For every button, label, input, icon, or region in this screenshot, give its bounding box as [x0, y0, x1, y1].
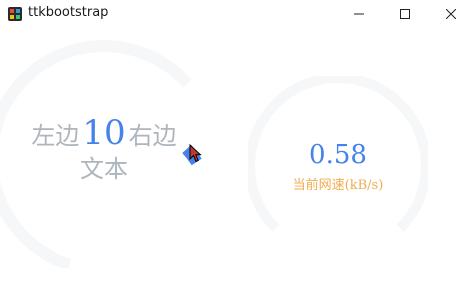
mouse-cursor-icon: [189, 144, 202, 163]
title-bar[interactable]: ttkbootstrap: [0, 0, 474, 28]
window-title: ttkbootstrap: [28, 5, 109, 20]
minimize-button[interactable]: [336, 0, 382, 28]
meter-right-dial: [248, 76, 428, 232]
minimize-icon: [354, 13, 364, 15]
meter-right: 0.58 当前网速(kB/s): [248, 76, 428, 256]
meter-left-dial: [0, 40, 202, 268]
close-button[interactable]: [428, 0, 474, 28]
ttkbootstrap-logo-icon: [8, 7, 22, 21]
maximize-icon: [400, 9, 410, 19]
meter-left-track: [0, 40, 192, 268]
maximize-button[interactable]: [382, 0, 428, 28]
close-icon: [446, 9, 456, 19]
meter-left[interactable]: 左边 10 右边 文本: [0, 28, 208, 268]
meter-right-track: [248, 76, 428, 232]
